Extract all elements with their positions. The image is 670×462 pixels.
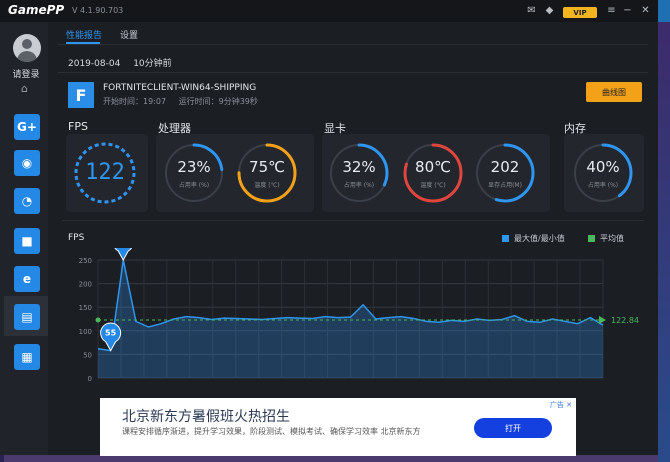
- session-date: 2019-08-04: [68, 59, 121, 69]
- legend-max-min: 最大值/最小值: [502, 233, 565, 244]
- cpu-usage-value: 23%: [177, 158, 211, 176]
- session-info: 2019-08-04 10分钟前: [68, 56, 182, 69]
- app-version: V 4.1.90.703: [72, 6, 124, 15]
- avatar[interactable]: [13, 34, 41, 62]
- ad-description: 课程安排循序渐进，提升学习效果，阶段测试、模拟考试、确保学习效率 北京新东方: [122, 427, 421, 436]
- y-tick-label: 100: [79, 328, 92, 336]
- legend-label-average: 平均值: [600, 234, 624, 243]
- skin-icon[interactable]: ◆: [544, 5, 555, 16]
- gpu-memory-gauge: 202 显存占用(M): [474, 142, 536, 204]
- game-name: FORTNITECLIENT-WIN64-SHIPPING: [103, 83, 257, 93]
- fps-chart: 050100150200250122.8425055: [79, 248, 639, 383]
- eye-icon[interactable]: ◉: [14, 150, 40, 176]
- gpu-card: 32% 占用率 (%) 80℃ 温度 (℃) 202 显存占用(M): [322, 134, 550, 212]
- cpu-card: 23% 占用率 (%) 75℃ 温度 (℃): [156, 134, 314, 212]
- gpu-usage-gauge: 32% 占用率 (%): [328, 142, 390, 204]
- gpu-temp-label: 温度 (℃): [420, 182, 446, 189]
- ad-title: 北京新东方暑假班火热招生: [122, 409, 290, 425]
- cpu-usage-gauge: 23% 占用率 (%): [163, 142, 225, 204]
- menu-icon[interactable]: ≡: [606, 5, 617, 16]
- memory-usage-value: 40%: [586, 158, 620, 176]
- session-duration: 10分钟前: [133, 59, 172, 69]
- gpu-usage-label: 占用率 (%): [343, 182, 375, 189]
- tab-performance-report[interactable]: 性能报告: [66, 28, 102, 41]
- cpu-temp-label: 温度 (℃): [254, 182, 280, 189]
- legend-swatch-max-min: [502, 235, 509, 242]
- close-icon[interactable]: ✕: [640, 5, 651, 16]
- tab-divider: [58, 44, 648, 45]
- y-tick-label: 0: [88, 375, 92, 383]
- cpu-usage-label: 占用率 (%): [178, 182, 210, 189]
- memory-card: 40% 占用率 (%): [564, 134, 644, 212]
- cpu-temp-gauge: 75℃ 温度 (℃): [236, 142, 298, 204]
- tab-settings[interactable]: 设置: [120, 28, 138, 41]
- gpu-memory-value: 202: [490, 158, 520, 176]
- cpu-temp-value: 75℃: [249, 158, 285, 176]
- boost-icon[interactable]: e: [14, 266, 40, 292]
- y-tick-label: 50: [83, 351, 92, 359]
- max-point-marker: [114, 248, 133, 262]
- vip-badge[interactable]: VIP: [563, 7, 597, 18]
- gpu-temp-gauge: 80℃ 温度 (℃): [402, 142, 464, 204]
- min-point-label: 55: [105, 329, 117, 338]
- app-logo: GamePP: [8, 3, 65, 17]
- legend-swatch-average: [588, 235, 595, 242]
- average-start-dot: [95, 317, 101, 323]
- fps-card: 122: [66, 134, 148, 212]
- gpu-memory-label: 显存占用(M): [488, 182, 522, 189]
- gamepp-window: GamePP V 4.1.90.703 ✉ ◆ VIP ≡ − ✕ 请登录 ⌂ …: [0, 0, 658, 455]
- y-tick-label: 250: [79, 257, 92, 265]
- session-divider: [58, 72, 648, 73]
- login-link[interactable]: 请登录: [6, 67, 46, 80]
- legend-average: 平均值: [588, 233, 624, 244]
- legend-label-max-min: 最大值/最小值: [514, 234, 565, 243]
- ad-open-button[interactable]: 打开: [474, 418, 552, 438]
- home-icon[interactable]: ⌂: [21, 82, 28, 95]
- minimize-icon[interactable]: −: [622, 5, 633, 16]
- chart-title: FPS: [68, 233, 85, 243]
- advertisement-banner[interactable]: 北京新东方暑假班火热招生 课程安排循序渐进，提升学习效果，阶段测试、模拟考试、确…: [100, 398, 576, 456]
- message-icon[interactable]: ✉: [526, 5, 537, 16]
- clipboard-icon[interactable]: ▤: [14, 304, 40, 330]
- gpu-usage-value: 32%: [342, 158, 376, 176]
- gplus-icon[interactable]: G+: [14, 114, 40, 140]
- fps-value: 122: [85, 160, 125, 185]
- fps-section-title: FPS: [68, 120, 88, 133]
- title-bar: GamePP V 4.1.90.703 ✉ ◆ VIP ≡ − ✕: [0, 0, 658, 22]
- memory-usage-label: 占用率 (%): [587, 182, 619, 189]
- desktop-background-right: [658, 22, 670, 462]
- fps-gauge: 122: [72, 140, 138, 206]
- report-icon[interactable]: ▦: [14, 344, 40, 370]
- game-meta: 开始时间：19:07 运行时间：9分钟39秒: [103, 96, 268, 107]
- curve-chart-button[interactable]: 曲线图: [586, 82, 642, 102]
- memory-usage-gauge: 40% 占用率 (%): [572, 142, 634, 204]
- sidebar: 请登录 ⌂ G+ ◉ ◔ ■ e ▤ ▦: [0, 22, 48, 455]
- y-tick-label: 200: [79, 281, 92, 289]
- run-time: 运行时间：9分钟39秒: [178, 97, 258, 106]
- start-time: 开始时间：19:07: [103, 97, 167, 106]
- gpu-temp-value: 80℃: [415, 158, 451, 176]
- video-icon[interactable]: ■: [14, 228, 40, 254]
- fortnite-icon: F: [68, 82, 94, 108]
- chart-divider: [62, 220, 644, 221]
- y-tick-label: 150: [79, 304, 92, 312]
- average-label: 122.84: [611, 316, 639, 325]
- ad-close-tag[interactable]: 广告 ✕: [550, 400, 572, 410]
- gauge-icon[interactable]: ◔: [14, 188, 40, 214]
